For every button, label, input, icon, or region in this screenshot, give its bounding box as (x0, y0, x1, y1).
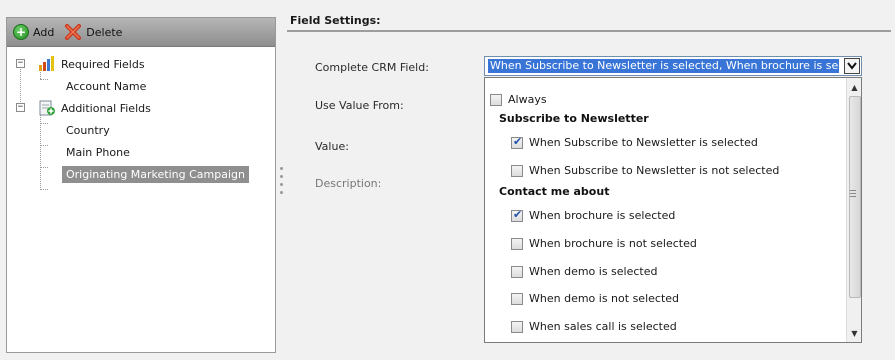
tree-label-selected: Originating Marketing Campaign (62, 165, 249, 183)
fields-tree: − Required Fields Account Name − Additio… (7, 47, 275, 190)
tree-node-account-name[interactable]: Account Name (7, 75, 275, 97)
option-label: When demo is not selected (529, 292, 680, 305)
checkbox[interactable] (511, 208, 523, 222)
checkbox[interactable] (511, 135, 523, 149)
tree-node-additional-fields[interactable]: − Additional Fields (7, 97, 275, 119)
option-brochure-selected[interactable]: When brochure is selected (511, 208, 676, 222)
required-fields-icon (39, 56, 54, 71)
checkbox[interactable] (511, 164, 523, 177)
delete-x-icon (64, 24, 82, 40)
additional-fields-icon (39, 100, 55, 116)
option-label: When brochure is selected (529, 209, 676, 222)
chevron-down-icon[interactable] (844, 58, 860, 74)
tree-node-originating-campaign[interactable]: Originating Marketing Campaign (7, 163, 275, 185)
add-button[interactable]: + Add (13, 24, 54, 40)
use-value-from-label: Use Value From: (315, 99, 404, 112)
collapse-toggle[interactable]: − (16, 103, 25, 112)
field-settings-header: Field Settings: (287, 14, 891, 32)
option-sales-call-selected[interactable]: When sales call is selected (511, 320, 677, 333)
checkbox[interactable] (511, 265, 523, 278)
group-heading-subscribe: Subscribe to Newsletter (499, 112, 649, 125)
tree-node-required-fields[interactable]: − Required Fields (7, 53, 275, 75)
checkbox[interactable] (511, 320, 523, 333)
group-heading-contact: Contact me about (499, 185, 610, 198)
splitter-handle[interactable] (280, 167, 284, 203)
complete-crm-field-combo[interactable]: When Subscribe to Newsletter is selected… (484, 56, 862, 76)
collapse-toggle[interactable]: − (16, 59, 25, 68)
option-always[interactable]: Always (490, 93, 547, 106)
add-circle-icon: + (13, 24, 29, 40)
value-label: Value: (315, 140, 349, 153)
option-subscribe-not-selected[interactable]: When Subscribe to Newsletter is not sele… (511, 164, 779, 177)
tree-node-main-phone[interactable]: Main Phone (7, 141, 275, 163)
tree-label: Additional Fields (61, 101, 151, 115)
option-label: When Subscribe to Newsletter is selected (529, 136, 758, 149)
checkbox[interactable] (511, 292, 523, 305)
combo-value: When Subscribe to Newsletter is selected… (488, 59, 839, 73)
tree-label: Account Name (66, 79, 147, 93)
add-button-label: Add (33, 25, 55, 39)
option-label: When Subscribe to Newsletter is not sele… (529, 164, 780, 177)
fields-toolbar: + Add Delete (7, 18, 275, 47)
option-label: When brochure is not selected (529, 237, 697, 250)
option-demo-selected[interactable]: When demo is selected (511, 265, 658, 278)
dropdown-scrollbar[interactable]: ▲ ▼ (846, 78, 861, 342)
option-subscribe-selected[interactable]: When Subscribe to Newsletter is selected (511, 135, 758, 149)
delete-button-label: Delete (86, 25, 123, 39)
checkbox[interactable] (490, 93, 502, 106)
scroll-up-icon[interactable]: ▲ (847, 80, 861, 94)
scroll-down-icon[interactable]: ▼ (847, 326, 861, 340)
option-brochure-not-selected[interactable]: When brochure is not selected (511, 237, 697, 250)
tree-node-country[interactable]: Country (7, 119, 275, 141)
option-label: When sales call is selected (529, 320, 677, 333)
option-demo-not-selected[interactable]: When demo is not selected (511, 292, 679, 305)
tree-label: Main Phone (66, 145, 130, 159)
description-label: Description: (315, 177, 382, 190)
tree-label: Country (66, 123, 110, 137)
delete-button[interactable]: Delete (64, 24, 122, 40)
option-label: When demo is selected (529, 265, 658, 278)
condition-dropdown-list: Always Subscribe to Newsletter When Subs… (484, 77, 862, 343)
checkbox[interactable] (511, 237, 523, 250)
thumb-grip-icon (850, 190, 856, 199)
tree-connector (40, 189, 48, 190)
fields-panel: + Add Delete − Required Fields Account N… (6, 17, 276, 353)
complete-crm-field-label: Complete CRM Field: (315, 61, 429, 74)
tree-label: Required Fields (61, 57, 145, 71)
option-label: Always (508, 93, 547, 106)
